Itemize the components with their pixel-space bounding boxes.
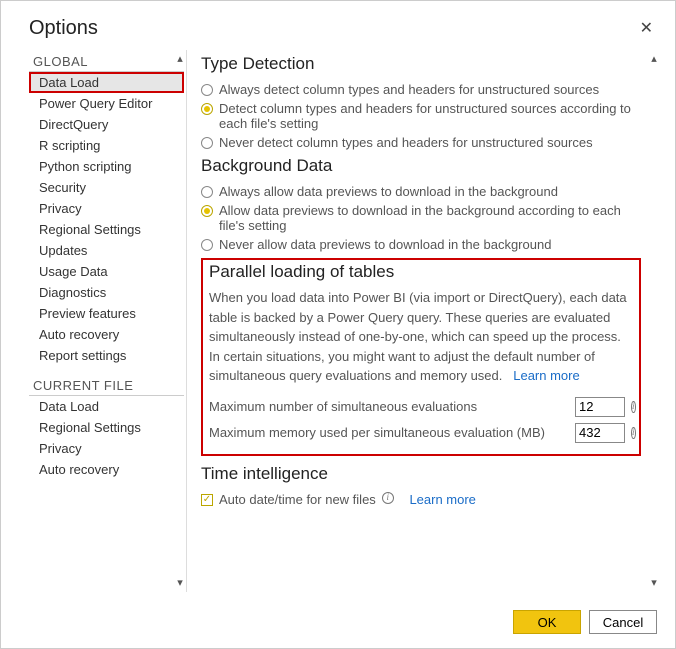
radio-bg-always[interactable]: Always allow data previews to download i…: [201, 182, 641, 201]
radio-icon: [201, 84, 213, 96]
row-max-memory: Maximum memory used per simultaneous eva…: [209, 420, 633, 446]
sidebar-item-auto-recovery-file[interactable]: Auto recovery: [29, 459, 184, 480]
radio-type-detect-per-file[interactable]: Detect column types and headers for unst…: [201, 99, 641, 133]
sidebar-item-diagnostics[interactable]: Diagnostics: [29, 282, 184, 303]
time-intel-learn-more-link[interactable]: Learn more: [409, 492, 475, 507]
radio-icon: [201, 137, 213, 149]
sidebar-scrollbar[interactable]: ▴ ▾: [173, 50, 189, 592]
sidebar-item-regional-settings-file[interactable]: Regional Settings: [29, 417, 184, 438]
cancel-button[interactable]: Cancel: [589, 610, 657, 634]
section-title-background-data: Background Data: [201, 156, 641, 176]
checkbox-label: Auto date/time for new files: [219, 492, 376, 507]
sidebar-item-python-scripting[interactable]: Python scripting: [29, 156, 184, 177]
sidebar-item-r-scripting[interactable]: R scripting: [29, 135, 184, 156]
radio-icon: [201, 239, 213, 251]
section-title-parallel: Parallel loading of tables: [209, 262, 633, 282]
parallel-loading-section: Parallel loading of tables When you load…: [201, 258, 641, 456]
radio-label: Always allow data previews to download i…: [219, 184, 641, 199]
radio-bg-never[interactable]: Never allow data previews to download in…: [201, 235, 641, 254]
radio-icon: [201, 103, 213, 115]
sidebar-header-current-file: CURRENT FILE: [29, 374, 184, 396]
radio-label: Allow data previews to download in the b…: [219, 203, 641, 233]
checkbox-icon: ✓: [201, 494, 213, 506]
radio-type-detect-always[interactable]: Always detect column types and headers f…: [201, 80, 641, 99]
chevron-up-icon[interactable]: ▴: [173, 52, 187, 66]
sidebar-item-data-load-global[interactable]: Data Load: [29, 72, 184, 93]
main-content: Type Detection Always detect column type…: [199, 50, 647, 592]
sidebar-item-report-settings[interactable]: Report settings: [29, 345, 184, 366]
close-icon[interactable]: ✕: [636, 17, 657, 41]
sidebar-item-power-query-editor[interactable]: Power Query Editor: [29, 93, 184, 114]
radio-label: Always detect column types and headers f…: [219, 82, 641, 97]
sidebar-item-privacy-file[interactable]: Privacy: [29, 438, 184, 459]
sidebar-nav: GLOBAL Data Load Power Query Editor Dire…: [29, 50, 187, 592]
checkbox-auto-date-time[interactable]: ✓ Auto date/time for new files i Learn m…: [201, 490, 641, 509]
sidebar-header-global: GLOBAL: [29, 50, 184, 72]
input-label: Maximum number of simultaneous evaluatio…: [209, 399, 569, 414]
info-icon[interactable]: i: [631, 401, 636, 413]
sidebar-item-updates[interactable]: Updates: [29, 240, 184, 261]
radio-type-detect-never[interactable]: Never detect column types and headers fo…: [201, 133, 641, 152]
chevron-down-icon[interactable]: ▾: [647, 576, 661, 590]
main-scrollbar[interactable]: ▴ ▾: [647, 50, 663, 592]
radio-icon: [201, 205, 213, 217]
sidebar-item-usage-data[interactable]: Usage Data: [29, 261, 184, 282]
radio-bg-per-file[interactable]: Allow data previews to download in the b…: [201, 201, 641, 235]
parallel-description: When you load data into Power BI (via im…: [209, 288, 633, 386]
radio-icon: [201, 186, 213, 198]
parallel-learn-more-link[interactable]: Learn more: [513, 368, 579, 383]
sidebar-item-directquery[interactable]: DirectQuery: [29, 114, 184, 135]
info-icon[interactable]: i: [382, 492, 394, 504]
sidebar-item-security[interactable]: Security: [29, 177, 184, 198]
max-evals-input[interactable]: [575, 397, 625, 417]
section-title-type-detection: Type Detection: [201, 54, 641, 74]
row-max-simultaneous-evals: Maximum number of simultaneous evaluatio…: [209, 394, 633, 420]
dialog-footer: OK Cancel: [1, 600, 675, 648]
sidebar-item-regional-settings-global[interactable]: Regional Settings: [29, 219, 184, 240]
input-label: Maximum memory used per simultaneous eva…: [209, 425, 569, 440]
sidebar-item-auto-recovery-global[interactable]: Auto recovery: [29, 324, 184, 345]
radio-label: Detect column types and headers for unst…: [219, 101, 641, 131]
sidebar-item-data-load-file[interactable]: Data Load: [29, 396, 184, 417]
section-title-time-intelligence: Time intelligence: [201, 464, 641, 484]
radio-label: Never allow data previews to download in…: [219, 237, 641, 252]
chevron-down-icon[interactable]: ▾: [173, 576, 187, 590]
info-icon[interactable]: i: [631, 427, 636, 439]
radio-label: Never detect column types and headers fo…: [219, 135, 641, 150]
dialog-title: Options: [29, 7, 98, 50]
max-memory-input[interactable]: [575, 423, 625, 443]
sidebar-item-privacy-global[interactable]: Privacy: [29, 198, 184, 219]
sidebar-item-preview-features[interactable]: Preview features: [29, 303, 184, 324]
chevron-up-icon[interactable]: ▴: [647, 52, 661, 66]
ok-button[interactable]: OK: [513, 610, 581, 634]
